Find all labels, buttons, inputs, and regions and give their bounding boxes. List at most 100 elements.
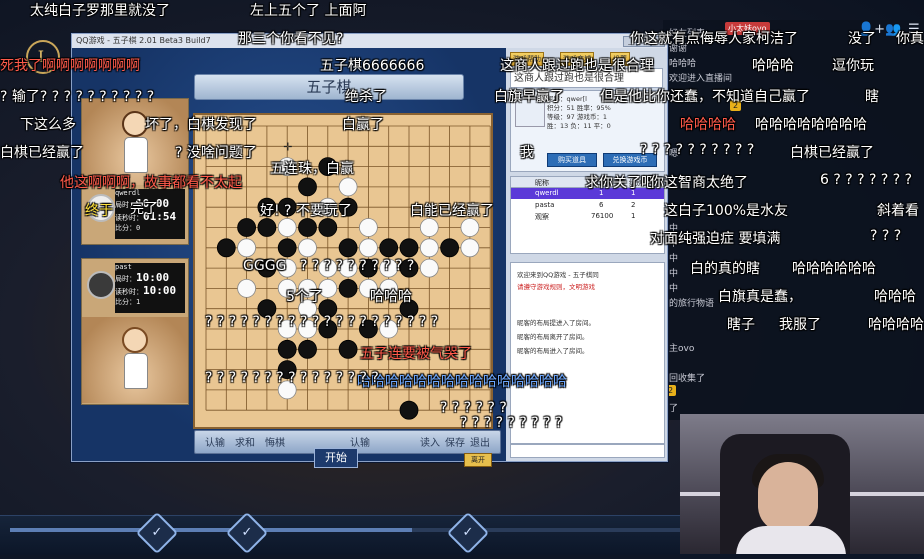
- game-time: 10:00: [136, 271, 170, 284]
- danmaku-comment: 白棋已经赢了: [0, 145, 84, 161]
- start-button[interactable]: 开始: [314, 448, 358, 468]
- white-stone: [298, 238, 317, 258]
- black-stone: [338, 238, 358, 258]
- danmaku-comment: 斜着看: [877, 203, 919, 219]
- surrender-button[interactable]: 认输: [350, 434, 370, 449]
- danmaku-comment: ? ? ? ? ? ? ? ? ? ? ? ? ? ? ?: [205, 370, 379, 386]
- danmaku-comment: 哈哈哈: [752, 58, 794, 74]
- white-stone: [237, 238, 256, 258]
- leave-button[interactable]: 离开: [464, 453, 492, 467]
- black-stone: [277, 238, 297, 258]
- user-name: pasta: [535, 201, 555, 209]
- avatar-body: [124, 353, 148, 389]
- danmaku-comment: 你这智商太绝了: [650, 175, 748, 191]
- danmaku-comment: 五连珠，白赢: [270, 161, 354, 177]
- danmaku-comment: 这商人跟过跑也是很合理: [500, 58, 654, 74]
- danmaku-comment: 你这就有点侮辱人家柯洁了: [630, 31, 798, 47]
- streamer-face: [758, 462, 818, 532]
- profile-line: 等级：97 游戏币：1: [547, 113, 607, 121]
- danmaku-comment: 太纯白子罗那里就没了: [30, 3, 170, 19]
- danmaku-comment: 左上五个了 上面阿: [250, 3, 367, 19]
- chat-line: 的旅行物语: [669, 299, 715, 309]
- danmaku-comment: 白旗真是蠢，: [718, 289, 802, 305]
- black-stone: [318, 218, 338, 237]
- message-line: 昵客的布局进入了房间。: [517, 347, 589, 355]
- danmaku-comment: 瞎子: [727, 317, 755, 333]
- chat-line: 回收集了: [669, 374, 706, 384]
- danmaku-comment: 逗你玩: [832, 58, 874, 74]
- countdown-label: 读秒时：: [115, 288, 143, 296]
- avatar-body: [124, 137, 148, 173]
- danmaku-comment: ? ? ? ? ? ? ? ? ? ? ? ? ? ? ? ? ? ? ? ?: [205, 314, 439, 330]
- danmaku-comment: 但是他比你还蠢，不知道自己赢了: [600, 89, 810, 105]
- black-stone: [440, 238, 460, 258]
- danmaku-comment: 哈哈哈哈: [680, 117, 736, 133]
- countdown-time: 10:00: [143, 284, 177, 297]
- resign-button[interactable]: 认输: [205, 434, 225, 449]
- score: 比分：1: [115, 298, 141, 306]
- danmaku-comment: 哈哈哈哈哈哈哈哈哈哈哈哈哈哈哈: [357, 374, 567, 390]
- white-stone: [358, 238, 378, 258]
- webcam-feed: [680, 414, 924, 554]
- save-button[interactable]: 保存: [445, 434, 465, 449]
- load-button[interactable]: 读入: [420, 434, 440, 449]
- message-line: 昵客的布局提进入了房间。: [517, 319, 595, 327]
- danmaku-comment: 6 ? ? ? ? ? ? ?: [820, 172, 913, 188]
- danmaku-comment: 完了: [130, 201, 158, 217]
- player-panel-bottom: past 局时：10:00 读秒时：10:00 比分：1: [81, 258, 189, 405]
- user-level: 1: [631, 212, 636, 220]
- danmaku-comment: 白的真的瞎: [690, 261, 760, 277]
- danmaku-comment: ? 输了? ? ? ? ? ? ? ? ? ?: [0, 89, 155, 105]
- white-stone: [358, 218, 378, 237]
- chat-input[interactable]: [510, 444, 665, 458]
- chat-line: 中: [669, 284, 679, 294]
- danmaku-comment: 我: [520, 145, 534, 161]
- room-side-panel: 游戏帮助 游戏商城 设置 这商人跟过跑也是很合理 昵称：qwer[l 积分：51…: [506, 48, 667, 461]
- danmaku-comment: ? ? ? ? ? ? ? ? ?: [460, 415, 563, 431]
- cursor-marker-icon: ✛: [283, 140, 292, 153]
- player-info: past 局时：10:00 读秒时：10:00 比分：1: [115, 263, 185, 313]
- danmaku-comment: 瞎: [865, 89, 879, 105]
- user-name: 观察: [535, 213, 549, 221]
- column-header: 昵称: [535, 179, 549, 187]
- danmaku-comment: 你真: [896, 31, 924, 47]
- buy-items-button[interactable]: 购买道具: [547, 153, 597, 167]
- white-stone: [338, 177, 358, 197]
- black-stone: [298, 218, 317, 237]
- danmaku-comment: 坏了，白棋发现了: [145, 117, 257, 133]
- danmaku-comment: 哈哈哈哈哈哈哈哈: [755, 117, 867, 133]
- danmaku-comment: 白旗早赢了: [494, 89, 564, 105]
- message-line: 昵客的布局离开了房间。: [517, 333, 589, 341]
- white-stone: [277, 218, 297, 237]
- black-stone: [338, 278, 358, 298]
- danmaku-comment: 我服了: [779, 317, 821, 333]
- draw-button[interactable]: 求和: [235, 434, 255, 449]
- danmaku-comment: 死我了啊啊啊啊啊啊啊: [0, 58, 140, 74]
- stone-bowl-icon: [87, 271, 115, 299]
- user-row[interactable]: pasta 6 2: [511, 200, 664, 211]
- quit-button[interactable]: 退出: [470, 434, 490, 449]
- white-stone: [237, 278, 256, 298]
- danmaku-comment: ? ? ? ? ? ?: [440, 400, 507, 416]
- danmaku-comment: 绝杀了: [345, 89, 387, 105]
- white-stone: [419, 238, 439, 258]
- window-titlebar: QQ游戏 - 五子棋 2.01 Beta3 Build7 _ □ ×: [72, 34, 667, 48]
- black-stone: [257, 218, 277, 237]
- chat-line: 哈哈哈: [669, 59, 697, 69]
- danmaku-comment: 对面纯强迫症 要填满: [650, 231, 781, 247]
- black-stone: [237, 218, 256, 237]
- message-line: 请遵守游戏规则，文明游戏: [517, 283, 595, 291]
- undo-button[interactable]: 悔棋: [265, 434, 285, 449]
- black-stone: [298, 339, 317, 359]
- user-row[interactable]: 观察 76100 1: [511, 211, 664, 222]
- black-stone: [338, 339, 358, 359]
- black-stone: [379, 238, 399, 258]
- streamer-shirt: [736, 526, 846, 554]
- danmaku-comment: 没了: [848, 31, 876, 47]
- danmaku-comment: 这白子100%是水友: [664, 203, 789, 219]
- white-stone: [419, 218, 439, 237]
- danmaku-comment: 5个了: [286, 289, 323, 305]
- user-level: 2: [631, 201, 636, 209]
- danmaku-comment: 白赢了: [342, 117, 384, 133]
- chat-line: 欢迎进入直播间: [669, 74, 733, 84]
